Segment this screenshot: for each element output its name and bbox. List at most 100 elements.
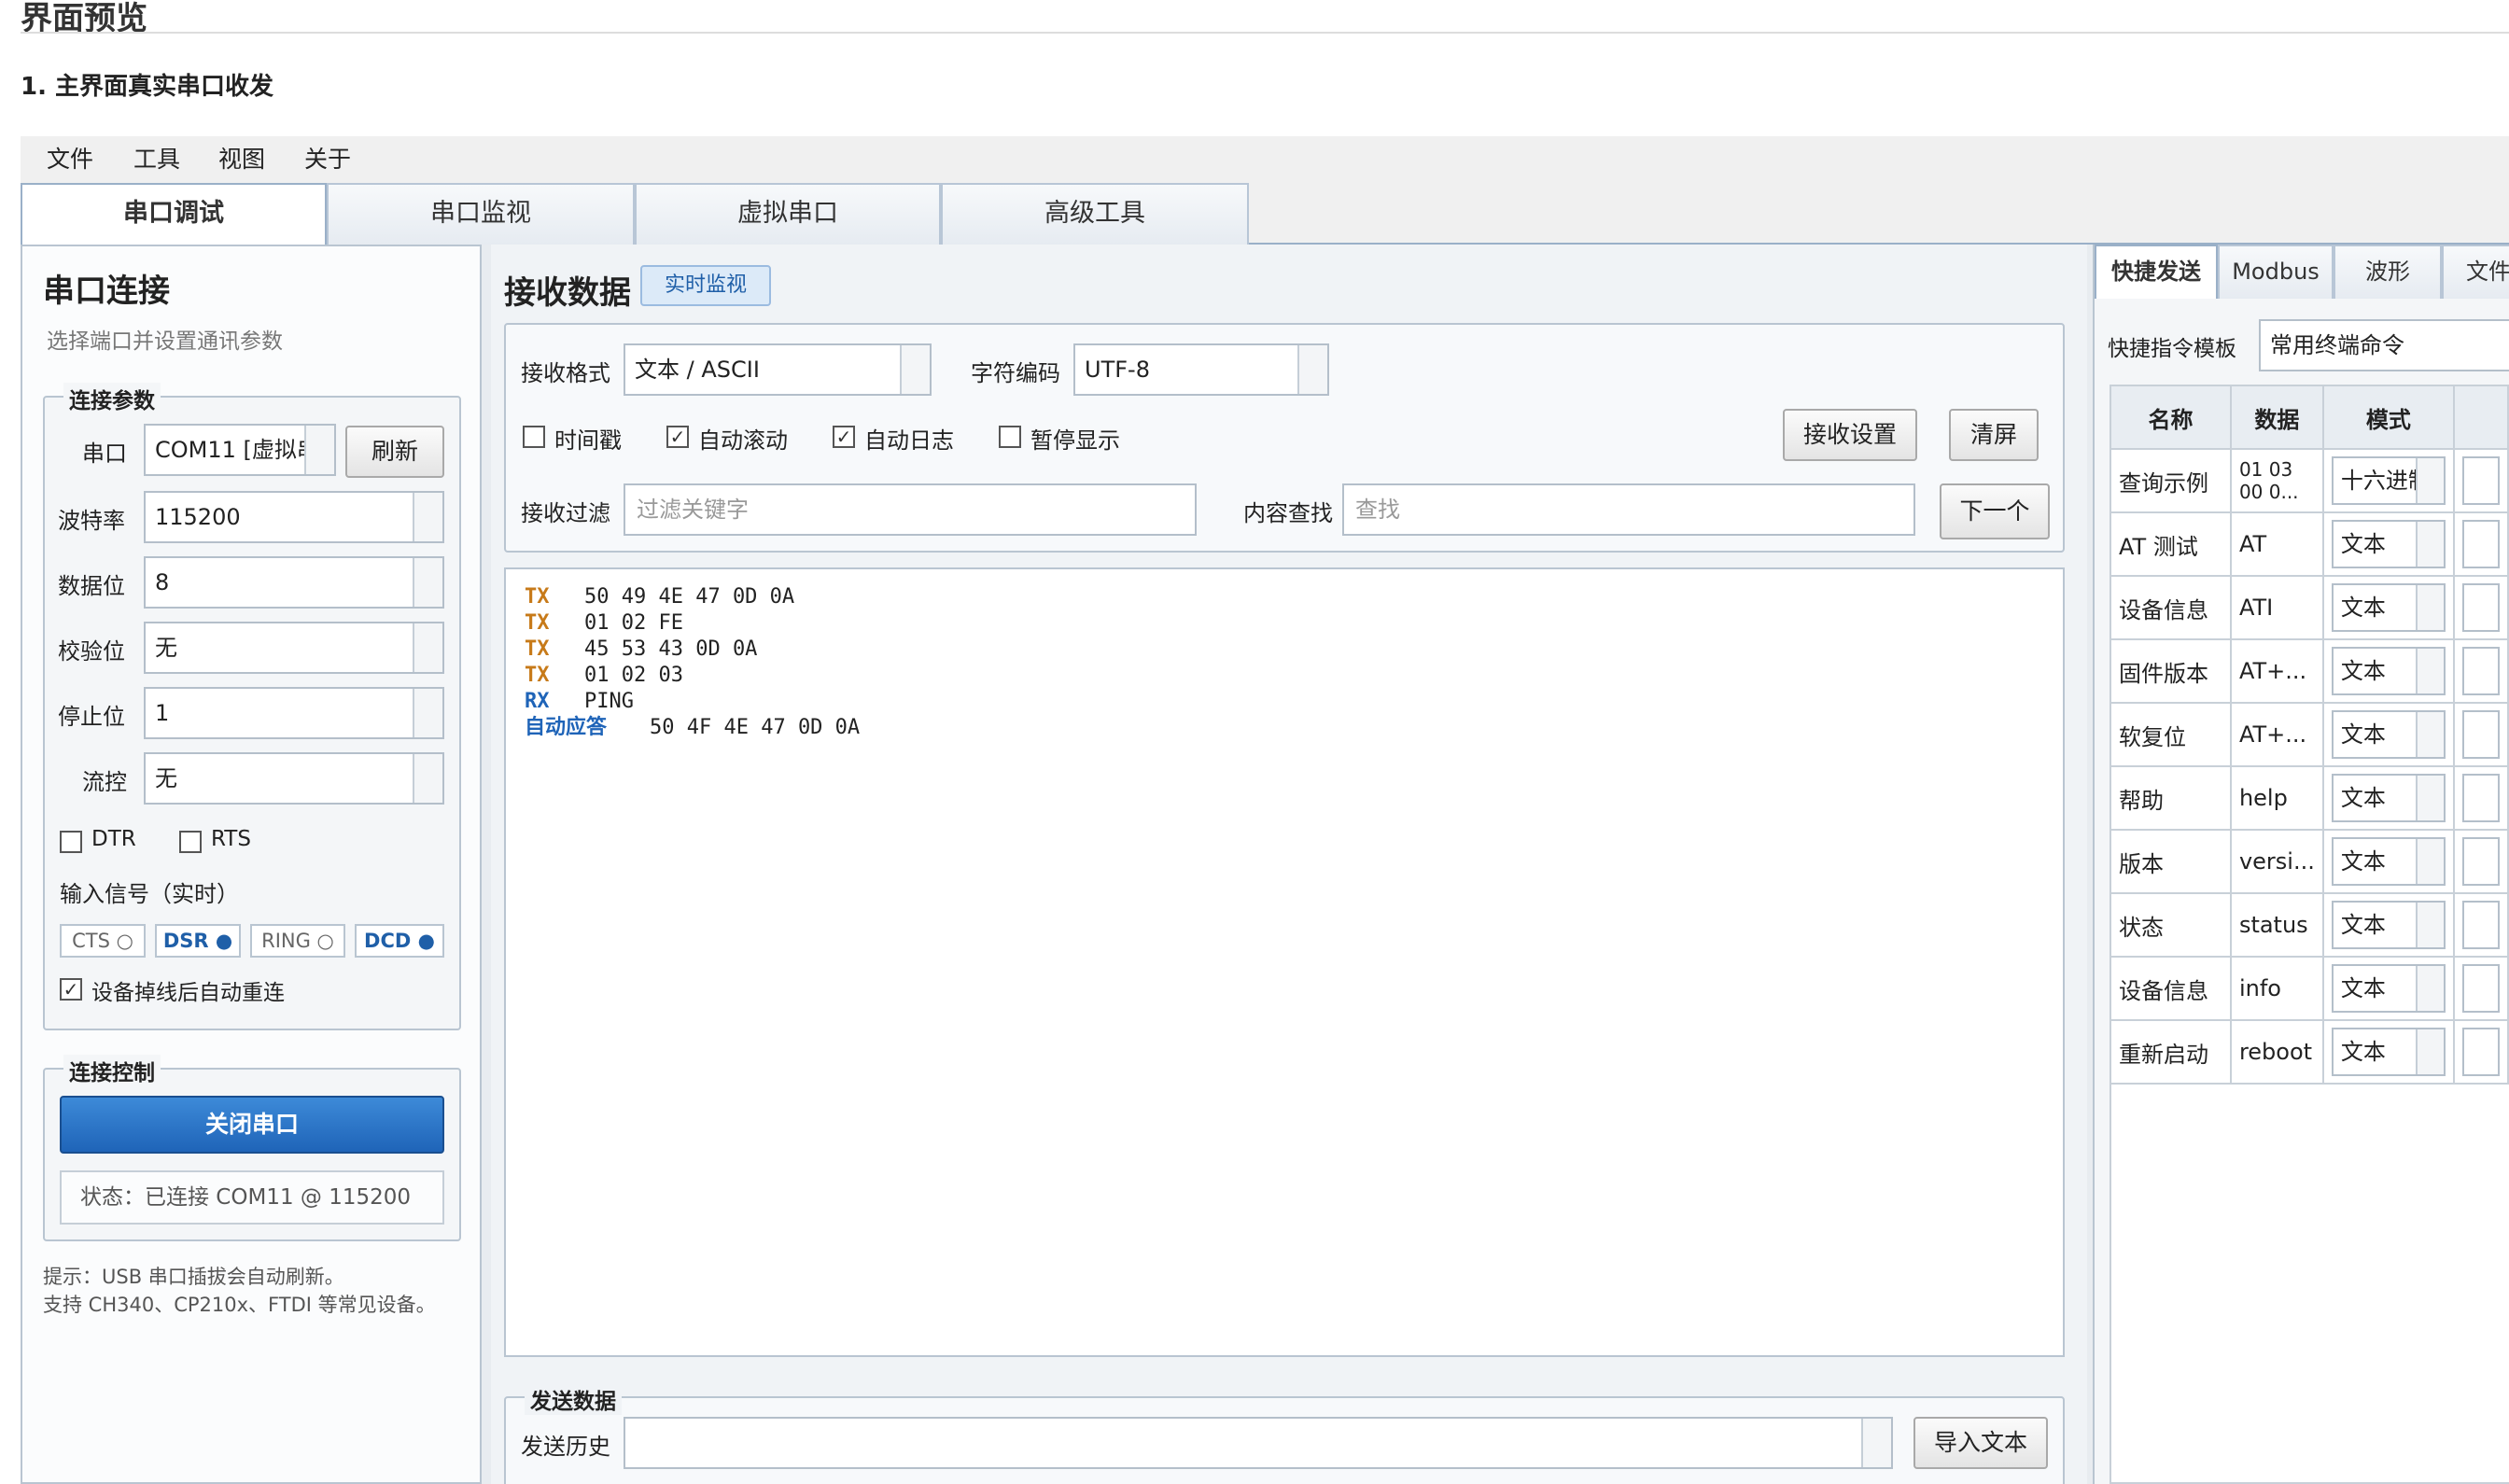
params-title: 连接参数 — [63, 383, 161, 414]
pause-label: 暂停显示 — [1030, 427, 1120, 454]
row-mode-select[interactable]: 文本 — [2331, 964, 2446, 1013]
row-mode-value: 文本 — [2340, 912, 2386, 938]
row-data: reboot — [2229, 1019, 2324, 1085]
chevron-down-icon — [413, 558, 442, 607]
flow-select[interactable]: 无 — [144, 752, 444, 805]
row-send-stub[interactable] — [2461, 583, 2500, 632]
timestamp-checkbox[interactable] — [523, 426, 545, 448]
row-send-stub[interactable] — [2461, 774, 2500, 822]
log-data: 50 4F 4E 47 0D 0A — [650, 716, 861, 739]
encoding-select[interactable]: UTF-8 — [1073, 343, 1329, 396]
row-mode-select[interactable]: 文本 — [2331, 774, 2446, 822]
row-send-stub[interactable] — [2461, 520, 2500, 568]
menu-about[interactable]: 关于 — [304, 136, 351, 183]
auto-reconnect-checkbox[interactable]: ✓ — [60, 978, 82, 1001]
table-row[interactable]: 软复位 AT+... 文本 — [2110, 702, 2509, 767]
port-select[interactable]: COM11 [虚拟串 — [144, 424, 336, 476]
receive-settings-button[interactable]: 接收设置 — [1783, 409, 1917, 461]
receive-panel: 接收数据 实时监视 接收格式 文本 / ASCII 字符编码 UTF-8 时间戳… — [491, 245, 2087, 1484]
row-mode-select[interactable]: 文本 — [2331, 901, 2446, 949]
filter-input[interactable]: 过滤关键字 — [624, 483, 1197, 536]
baud-select[interactable]: 115200 — [144, 491, 444, 543]
tab-modbus[interactable]: Modbus — [2218, 245, 2334, 299]
log-line: TX 01 02 FE — [525, 610, 2044, 637]
search-input[interactable]: 查找 — [1342, 483, 1915, 536]
parity-select[interactable]: 无 — [144, 622, 444, 674]
row-send-stub[interactable] — [2461, 964, 2500, 1013]
row-data: AT+... — [2229, 638, 2324, 704]
tab-serial-debug[interactable]: 串口调试 — [21, 183, 327, 246]
rts-checkbox[interactable] — [179, 831, 202, 853]
row-send-stub[interactable] — [2461, 456, 2500, 505]
tab-virtual-serial[interactable]: 虚拟串口 — [635, 183, 941, 245]
log-line: RX PING — [525, 689, 2044, 715]
baud-value: 115200 — [155, 504, 241, 530]
row-send-stub[interactable] — [2461, 837, 2500, 886]
stopbits-label: 停止位 — [58, 704, 125, 730]
table-row[interactable]: AT 测试 AT 文本 — [2110, 511, 2509, 577]
row-send-stub[interactable] — [2461, 647, 2500, 695]
autoscroll-label: 自动滚动 — [698, 427, 788, 454]
table-row[interactable]: 重新启动 reboot 文本 — [2110, 1019, 2509, 1085]
row-mode-select[interactable]: 文本 — [2331, 1028, 2446, 1076]
row-send-stub[interactable] — [2461, 710, 2500, 759]
chevron-down-icon — [2415, 458, 2444, 503]
stopbits-select[interactable]: 1 — [144, 687, 444, 739]
splitter[interactable] — [482, 245, 491, 1484]
row-extra — [2452, 829, 2509, 894]
table-row[interactable]: 查询示例 01 03 00 0... 十六进制 — [2110, 448, 2509, 513]
next-button[interactable]: 下一个 — [1940, 483, 2050, 539]
dtr-checkbox[interactable] — [60, 831, 82, 853]
autolog-checkbox[interactable]: ✓ — [833, 426, 855, 448]
refresh-button[interactable]: 刷新 — [345, 426, 444, 478]
row-send-stub[interactable] — [2461, 1028, 2500, 1076]
tab-advanced-tools[interactable]: 高级工具 — [941, 183, 1249, 245]
table-row[interactable]: 固件版本 AT+... 文本 — [2110, 638, 2509, 704]
connection-title: 串口连接 — [43, 273, 170, 310]
tab-serial-monitor[interactable]: 串口监视 — [327, 183, 635, 245]
log-tag: RX — [525, 690, 550, 713]
row-mode-select[interactable]: 文本 — [2331, 837, 2446, 886]
table-row[interactable]: 设备信息 ATI 文本 — [2110, 575, 2509, 640]
row-data: versi... — [2229, 829, 2324, 894]
databits-select[interactable]: 8 — [144, 556, 444, 609]
row-mode-select[interactable]: 十六进制 — [2331, 456, 2446, 505]
timestamp-label: 时间戳 — [554, 427, 622, 454]
history-select[interactable] — [624, 1417, 1893, 1469]
row-extra — [2452, 1019, 2509, 1085]
template-select[interactable]: 常用终端命令 — [2259, 319, 2509, 371]
table-row[interactable]: 帮助 help 文本 — [2110, 765, 2509, 831]
close-port-button[interactable]: 关闭串口 — [60, 1096, 444, 1154]
menu-view[interactable]: 视图 — [218, 136, 265, 183]
hint-line-2: 支持 CH340、CP210x、FTDI 等常见设备。 — [43, 1294, 436, 1316]
row-mode-select[interactable]: 文本 — [2331, 520, 2446, 568]
tab-quick-send[interactable]: 快捷发送 — [2095, 245, 2218, 299]
row-send-stub[interactable] — [2461, 901, 2500, 949]
table-row[interactable]: 版本 versi... 文本 — [2110, 829, 2509, 894]
row-mode-select[interactable]: 文本 — [2331, 710, 2446, 759]
menu-file[interactable]: 文件 — [47, 136, 93, 183]
search-label: 内容查找 — [1243, 500, 1333, 526]
chevron-down-icon — [1297, 345, 1327, 394]
format-select[interactable]: 文本 / ASCII — [624, 343, 932, 396]
row-extra — [2452, 511, 2509, 577]
row-mode-select[interactable]: 文本 — [2331, 583, 2446, 632]
log-data: PING — [584, 690, 634, 713]
autolog-label: 自动日志 — [864, 427, 954, 454]
row-mode-select[interactable]: 文本 — [2331, 647, 2446, 695]
table-row[interactable]: 设备信息 info 文本 — [2110, 956, 2509, 1021]
chevron-down-icon — [413, 623, 442, 672]
table-row[interactable]: 状态 status 文本 — [2110, 892, 2509, 958]
tab-waveform[interactable]: 波形 — [2334, 245, 2442, 299]
row-name: 固件版本 — [2110, 638, 2232, 704]
col-data-header: 数据 — [2229, 385, 2324, 450]
menu-tools[interactable]: 工具 — [133, 136, 180, 183]
main-tab-bar: 串口调试 串口监视 虚拟串口 高级工具 — [21, 183, 2509, 246]
tab-file[interactable]: 文件 — [2442, 245, 2509, 299]
receive-log[interactable]: TX 50 49 4E 47 0D 0A TX 01 02 FE TX 45 53 4… — [504, 567, 2065, 1357]
quick-send-panel: 快捷发送 Modbus 波形 文件 快捷指令模板 常用终端命令 名称 数据 模式… — [2093, 245, 2509, 1484]
pause-checkbox[interactable] — [999, 426, 1021, 448]
import-text-button[interactable]: 导入文本 — [1913, 1417, 2048, 1469]
autoscroll-checkbox[interactable]: ✓ — [666, 426, 689, 448]
clear-button[interactable]: 清屏 — [1949, 409, 2039, 461]
